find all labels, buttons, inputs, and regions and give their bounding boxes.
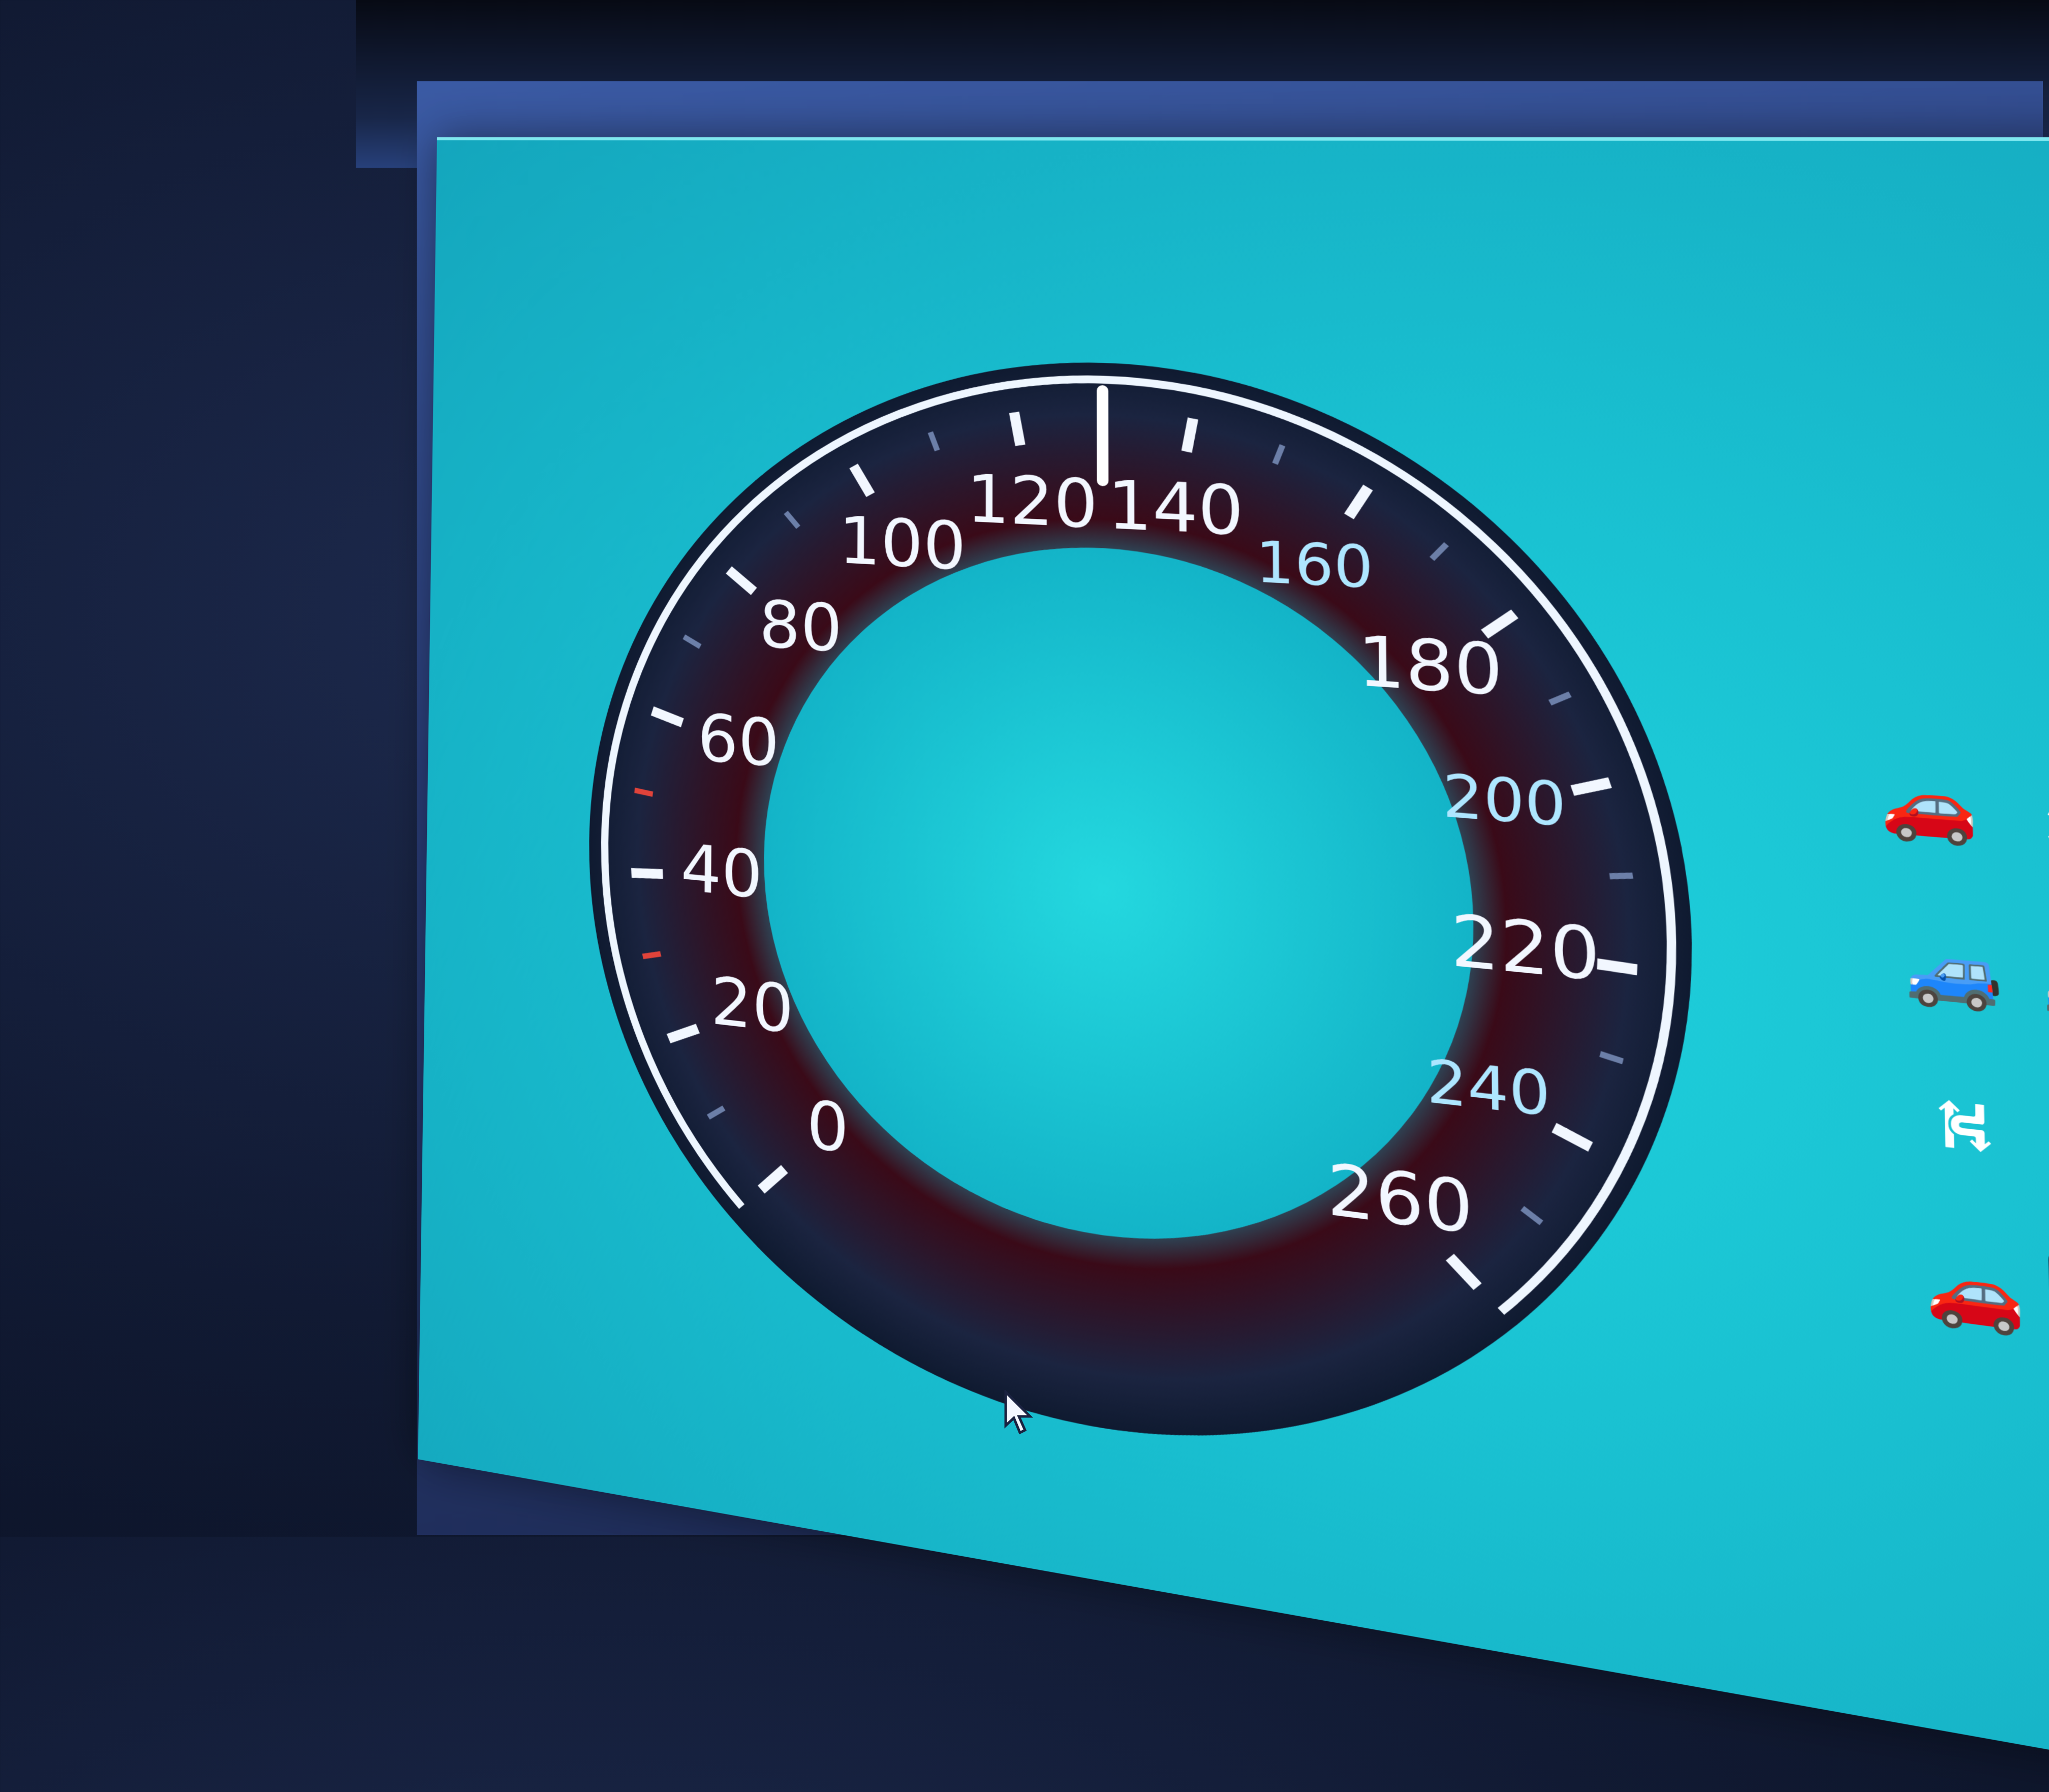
speed-label: 240 [1426,1047,1550,1131]
speedometer-svg: 020406080100120140180220260160200240 [547,312,1750,1575]
vehicle-light-icon[interactable]: 🚗 [1875,755,1984,857]
snowflake-icon[interactable]: ❄ [2019,777,2049,881]
speed-label: 220 [1450,899,1601,998]
speed-label: 160 [1256,529,1374,602]
speed-label: 120 [966,460,1098,544]
traffic-jam-alt-icon[interactable]: 🚙 [2037,931,2049,1038]
speed-label: 20 [710,963,794,1049]
speed-label: 80 [759,586,842,667]
speed-label: 140 [1107,466,1244,551]
speed-label: 0 [806,1085,849,1168]
tick-mark [635,790,653,794]
cluster-preview-window: 020406080100120140180220260160200240 🚗 ❄… [418,137,2049,1785]
status-icon-panel: 🚗 ❄ 🚙 🚙 ⛕ ⚠ 🚗 ⛕ [1875,755,2049,1525]
tick-mark [1014,412,1020,445]
speed-label: 200 [1442,762,1567,841]
tick-mark [631,871,663,876]
speed-label: 100 [839,502,966,585]
speed-label: 60 [697,699,780,782]
tick-mark [1187,418,1193,452]
speedometer-gauge: 020406080100120140180220260160200240 [547,312,1750,1575]
traffic-jam-icon[interactable]: 🚙 [1900,919,2010,1024]
tick-mark [1597,964,1637,970]
speed-label: 180 [1357,621,1504,712]
tick-mark [1609,874,1633,878]
mouse-cursor-icon [1004,1390,1034,1436]
accident-icon[interactable]: 🚗 [1920,1237,2031,1348]
road-icon[interactable]: ⛕ [1910,1071,2021,1179]
speed-label: 40 [680,829,763,913]
